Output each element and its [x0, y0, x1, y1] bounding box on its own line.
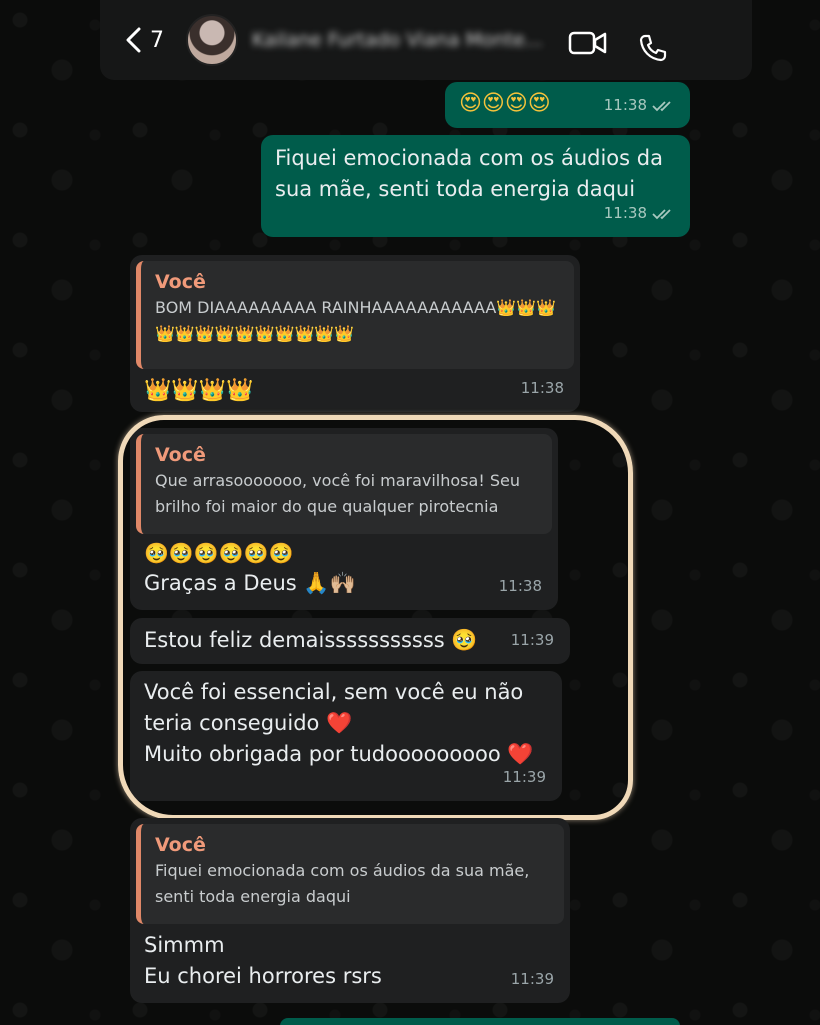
message-time: 11:38: [498, 577, 542, 595]
message-outgoing[interactable]: Fiquei emocionada com os áudios da sua m…: [261, 135, 690, 237]
double-check-icon: [652, 208, 674, 220]
message-text-line: Graças a Deus 🙏🙌🏼: [144, 571, 356, 595]
message-time-row: 11:38: [604, 90, 674, 121]
message-outgoing[interactable]: 😍😍😍😍 11:38: [445, 82, 690, 128]
video-camera-icon: [568, 31, 607, 55]
quote-author: Você: [155, 271, 206, 293]
contact-name[interactable]: Kailane Furtado Viana Monte...: [252, 29, 547, 51]
quoted-message[interactable]: Você BOM DIAAAAAAAAA RAINHAAAAAAAAAAA👑👑👑…: [136, 261, 574, 369]
message-incoming[interactable]: Estou feliz demaisssssssssss 🥹 11:39: [130, 618, 570, 664]
unread-count: 7: [150, 27, 164, 53]
chat-header: 7 Kailane Furtado Viana Monte...: [100, 0, 752, 80]
quote-text: Que arrasooooooo, você foi maravilhosa! …: [155, 471, 520, 516]
quote-text: Fiquei emocionada com os áudios da sua m…: [155, 861, 530, 906]
contact-avatar[interactable]: [186, 14, 238, 66]
message-outgoing-partial[interactable]: [280, 1018, 680, 1025]
message-text-line: Você foi essencial, sem você eu não: [144, 680, 524, 704]
message-text-line: teria conseguido ❤️: [144, 711, 353, 735]
message-incoming[interactable]: Você foi essencial, sem você eu não teri…: [130, 671, 562, 801]
quote-author: Você: [155, 444, 206, 466]
voice-call-button[interactable]: [638, 33, 668, 63]
message-time: 11:39: [510, 631, 554, 649]
quote-author: Você: [155, 834, 206, 856]
quote-text: BOM DIAAAAAAAAA RAINHAAAAAAAAAAA👑👑👑👑👑👑👑👑…: [155, 298, 557, 343]
message-text-line: Muito obrigada por tudooooooooo ❤️: [144, 742, 534, 766]
message-incoming[interactable]: Você Fiquei emocionada com os áudios da …: [130, 818, 570, 1003]
quoted-message[interactable]: Você Fiquei emocionada com os áudios da …: [136, 824, 564, 924]
message-time: 11:38: [603, 204, 647, 222]
message-time: 11:39: [502, 768, 546, 786]
message-text: Estou feliz demaisssssssssss 🥹: [144, 628, 478, 652]
back-button[interactable]: 7: [124, 27, 164, 53]
quoted-message[interactable]: Você Que arrasooooooo, você foi maravilh…: [136, 434, 552, 534]
message-text-line: Eu chorei horrores rsrs: [144, 964, 382, 988]
message-time: 11:38: [520, 379, 564, 397]
message-text: 😍😍😍😍: [459, 91, 551, 116]
chevron-left-icon: [126, 27, 141, 53]
message-time-row: 11:38: [604, 198, 674, 229]
message-time: 11:38: [603, 96, 647, 114]
message-text: 👑👑👑👑: [144, 378, 254, 403]
message-text-line: Simmm: [144, 933, 225, 957]
double-check-icon: [652, 100, 674, 112]
message-time: 11:39: [510, 970, 554, 988]
message-incoming[interactable]: Você BOM DIAAAAAAAAA RAINHAAAAAAAAAAA👑👑👑…: [130, 255, 580, 412]
video-call-button[interactable]: [568, 30, 608, 56]
phone-icon: [639, 34, 667, 62]
message-text: Fiquei emocionada com os áudios da sua m…: [275, 146, 663, 201]
message-text-line: 🥹🥹🥹🥹🥹🥹: [144, 541, 294, 565]
message-incoming[interactable]: Você Que arrasooooooo, você foi maravilh…: [130, 428, 558, 610]
